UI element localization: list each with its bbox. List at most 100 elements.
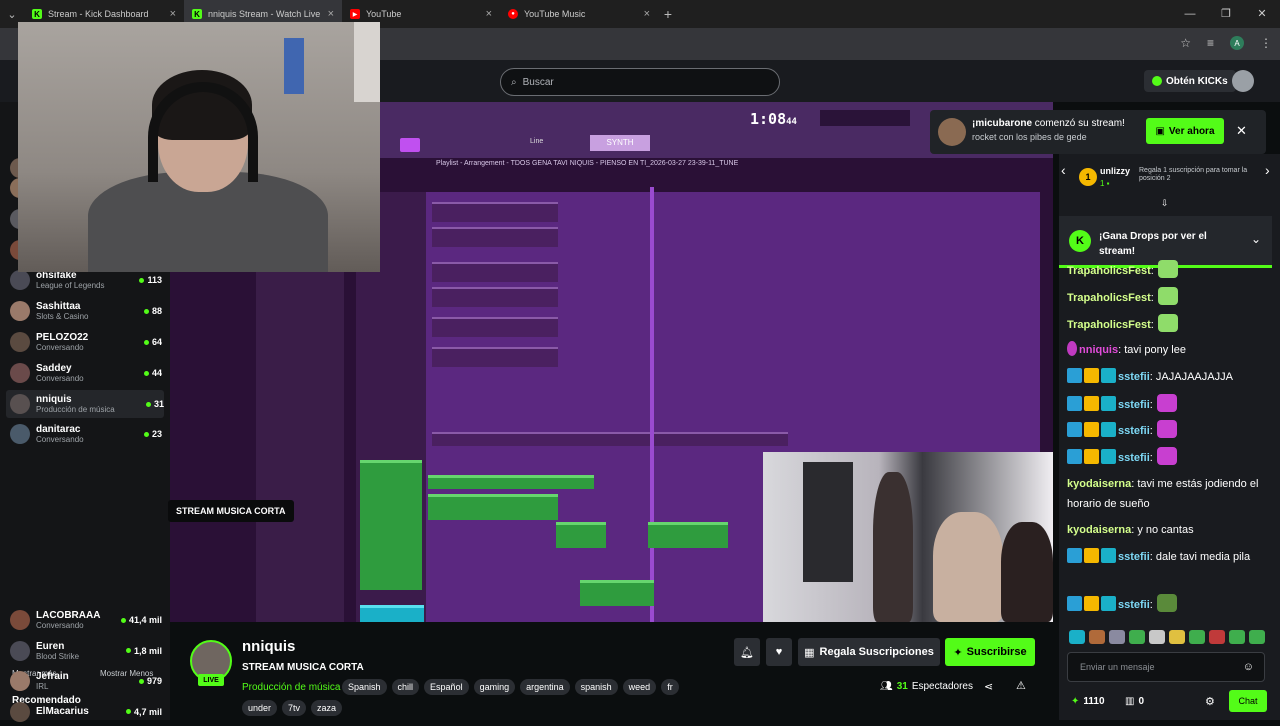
sidebar-channel-sashittaa[interactable]: Sashittaa Slots & Casino 88 [10, 297, 162, 325]
gift-subs-button[interactable]: ▦ Regala Suscripciones [798, 638, 940, 666]
emote-icon[interactable] [1229, 630, 1245, 644]
sidebar-channel-saddey[interactable]: Saddey Conversando 44 [10, 359, 162, 387]
drops-text: ¡Gana Drops por ver el stream! [1099, 231, 1207, 257]
daw-pattern-clip [432, 287, 558, 307]
chat-username[interactable]: nniquis [1079, 344, 1118, 356]
emote-icon[interactable] [1149, 630, 1165, 644]
chat-emote-icon [1156, 420, 1177, 438]
avatar [10, 640, 30, 661]
sidebar-channel-jefrain[interactable]: Jefrain IRL 979 [10, 667, 162, 695]
chat-username[interactable]: sstefii [1118, 599, 1150, 611]
window-close-icon[interactable]: ✕ [1244, 0, 1280, 28]
emote-icon[interactable] [1169, 630, 1185, 644]
watch-now-button[interactable]: ▣ Ver ahora [1146, 118, 1224, 144]
chat-username[interactable]: kyodaiserna [1067, 524, 1131, 536]
sidebar-channel-pelozo22[interactable]: PELOZO22 Conversando 64 [10, 328, 162, 356]
sidebar-channel-lacobraaa[interactable]: LACOBRAAA Conversando 41,4 mil [10, 606, 162, 634]
chat-message: TrapaholicsFest: [1067, 260, 1273, 281]
tag-chip[interactable]: spanish [574, 679, 618, 695]
minimize-icon[interactable]: — [1172, 0, 1208, 28]
user-avatar[interactable] [1232, 70, 1254, 92]
channel-name: Jefrain [36, 671, 69, 683]
window-controls: — ❐ ✕ [1172, 0, 1280, 28]
chat-text: y no cantas [1134, 524, 1194, 536]
emote-icon[interactable] [1129, 630, 1145, 644]
kicks-balance[interactable]: ✦ 1110 [1071, 696, 1105, 707]
tab-youtube-music[interactable]: ● YouTube Music × [500, 0, 658, 28]
close-icon[interactable]: × [644, 8, 650, 20]
chat-input[interactable]: Enviar un mensaje ☺ [1067, 652, 1265, 682]
chat-username[interactable]: TrapaholicsFest [1067, 265, 1151, 277]
tag-chip[interactable]: zaza [311, 700, 343, 716]
report-icon[interactable]: ⚠ [1016, 679, 1026, 692]
chat-username[interactable]: sstefii [1118, 399, 1150, 411]
viewer-count: 44 [143, 368, 162, 378]
tag-chip[interactable]: gaming [473, 679, 516, 695]
top-gifter-name[interactable]: unlizzy [1100, 166, 1130, 176]
chat-badge-icon [1101, 396, 1116, 411]
subscribe-button[interactable]: ✦ Suscribirse [945, 638, 1035, 666]
sidebar-channel-danitarac[interactable]: danitarac Conversando 23 [10, 420, 162, 448]
close-icon[interactable]: ✕ [1236, 123, 1247, 139]
get-kicks-button[interactable]: Obtén KICKs [1144, 70, 1236, 92]
live-dot-icon [143, 339, 149, 345]
chat-username[interactable]: kyodaiserna [1067, 478, 1131, 490]
tag-chip[interactable]: under [242, 700, 278, 716]
emoji-icon[interactable]: ☺ [1243, 661, 1254, 673]
chat-send-button[interactable]: Chat [1229, 690, 1267, 712]
emote-icon[interactable] [1189, 630, 1205, 644]
browser-menu-icon[interactable]: ⋮ [1260, 36, 1272, 50]
tag-chip[interactable]: weed [622, 679, 657, 695]
close-icon[interactable]: × [486, 8, 492, 20]
channel-category: Blood Strike [36, 651, 80, 661]
channel-name[interactable]: nniquis [242, 638, 295, 655]
chevron-left-icon[interactable]: ‹ [1061, 162, 1066, 178]
emote-icon[interactable] [1069, 630, 1085, 644]
close-icon[interactable]: × [328, 8, 334, 20]
daw-pattern-clip [432, 202, 558, 222]
media-control-icon[interactable]: ≡ [1207, 36, 1214, 50]
stream-category[interactable]: Producción de música [242, 682, 340, 693]
close-icon[interactable]: × [170, 8, 176, 20]
search-input[interactable]: ⌕ Buscar [500, 68, 780, 96]
tag-chip[interactable]: Español [424, 679, 469, 695]
chat-username[interactable]: sstefii [1118, 452, 1150, 464]
tag-chip[interactable]: chill [391, 679, 420, 695]
chat-username[interactable]: sstefii [1118, 551, 1150, 563]
emote-icon[interactable] [1109, 630, 1125, 644]
sidebar-channel-nniquis[interactable]: nniquis Producción de música 31 [6, 390, 164, 418]
chat-badge-icon [1101, 422, 1116, 437]
rewards-balance[interactable]: ▥ 0 [1125, 696, 1144, 707]
tag-chip[interactable]: fr [661, 679, 679, 695]
chat-badge-icon [1067, 396, 1082, 411]
emote-icon[interactable] [1249, 630, 1265, 644]
profile-avatar[interactable]: A [1230, 36, 1244, 50]
maximize-icon[interactable]: ❐ [1208, 0, 1244, 28]
chat-badge-icon [1101, 596, 1116, 611]
tag-chip[interactable]: 7tv [282, 700, 307, 716]
sidebar-channel-euren[interactable]: Euren Blood Strike 1,8 mil [10, 637, 162, 665]
new-tab-icon[interactable]: + [658, 6, 678, 22]
daw-pattern-clip [432, 317, 558, 337]
follow-heart-button[interactable]: ♥ [766, 638, 792, 666]
notification-bell-button[interactable]: 🔔︎ [734, 638, 760, 666]
gear-icon[interactable]: ⚙ [1205, 695, 1215, 708]
sidebar-channel-elmacarius[interactable]: ElMacarius 4,7 mil [10, 698, 162, 726]
chevron-right-icon[interactable]: › [1265, 162, 1270, 178]
chat-username[interactable]: sstefii [1118, 425, 1150, 437]
emote-icon[interactable] [1209, 630, 1225, 644]
emote-icon[interactable] [1089, 630, 1105, 644]
chat-message: sstefii: JAJAJAAJAJJA [1067, 367, 1273, 387]
tag-chip[interactable]: argentina [520, 679, 570, 695]
tag-chip[interactable]: Spanish [342, 679, 387, 695]
chevron-down-icon[interactable]: ⌄ [1251, 232, 1261, 246]
share-icon[interactable]: ⋖ [984, 680, 993, 693]
chat-username[interactable]: TrapaholicsFest [1067, 292, 1151, 304]
pin-icon[interactable]: ⇩ [1161, 198, 1169, 209]
stream-title: STREAM MUSICA CORTA [242, 662, 364, 673]
bookmark-star-icon[interactable]: ☆ [1180, 36, 1191, 50]
chat-badge-icon [1067, 422, 1082, 437]
chat-username[interactable]: sstefii [1118, 371, 1150, 383]
viewer-count: 23 [143, 429, 162, 439]
chat-username[interactable]: TrapaholicsFest [1067, 319, 1151, 331]
